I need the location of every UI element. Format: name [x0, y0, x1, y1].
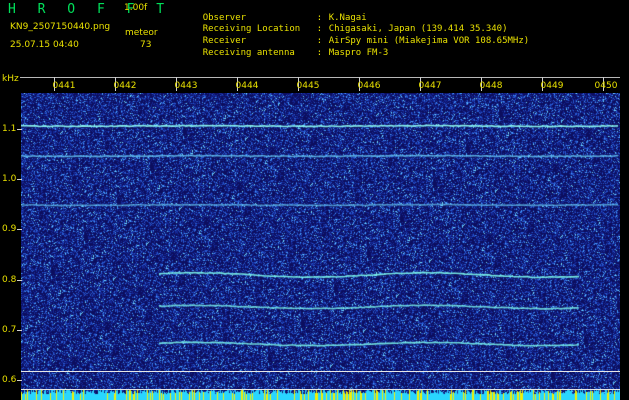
frequency-unit-label: kHz: [2, 74, 19, 84]
meta-value: Maspro FM-3: [328, 48, 389, 58]
hrofft-window: H R O F F T 1.00f KN9_2507150440.png met…: [0, 0, 629, 400]
frequency-axis-tick: [17, 229, 22, 230]
frequency-axis-tick: [17, 280, 22, 281]
time-axis-label: 0445: [296, 81, 320, 91]
lower-reference-line: [21, 389, 620, 390]
time-axis-label: 0448: [479, 81, 503, 91]
frequency-axis-label: 0.8: [2, 275, 17, 285]
time-axis-label: 0450: [594, 81, 618, 91]
file-name: KN9_2507150440.png: [10, 22, 111, 32]
time-axis-label: 0441: [52, 81, 76, 91]
frequency-axis-tick: [17, 179, 22, 180]
time-axis-label: 0447: [418, 81, 442, 91]
frequency-axis-tick: [17, 129, 22, 130]
time-axis-label: 0442: [113, 81, 137, 91]
spectrogram-frame: [20, 77, 620, 400]
frequency-axis-label: 0.7: [2, 325, 17, 335]
app-version: 1.00f: [124, 3, 148, 13]
detection-mode: meteor: [125, 28, 158, 38]
time-axis-label: 0446: [357, 81, 381, 91]
capture-datetime: 25.07.15 04:40: [10, 40, 79, 50]
lower-reference-line: [21, 371, 620, 372]
frequency-axis-label: 0.9: [2, 224, 17, 234]
time-axis-label: 0443: [174, 81, 198, 91]
frequency-axis-label: 1.1: [2, 124, 17, 134]
frequency-axis-tick: [17, 380, 22, 381]
time-axis-label: 0444: [235, 81, 259, 91]
meta-separator: :: [316, 48, 323, 58]
event-count: 73: [140, 40, 152, 50]
frequency-axis-tick: [17, 330, 22, 331]
time-axis-label: 0449: [540, 81, 564, 91]
meta-label: Receiving antenna: [202, 48, 295, 58]
frequency-axis-label: 0.6: [2, 375, 17, 385]
meta-row-antenna: Receiving antenna: Maspro FM-3: [181, 40, 389, 67]
frequency-axis-label: 1.0: [2, 174, 17, 184]
